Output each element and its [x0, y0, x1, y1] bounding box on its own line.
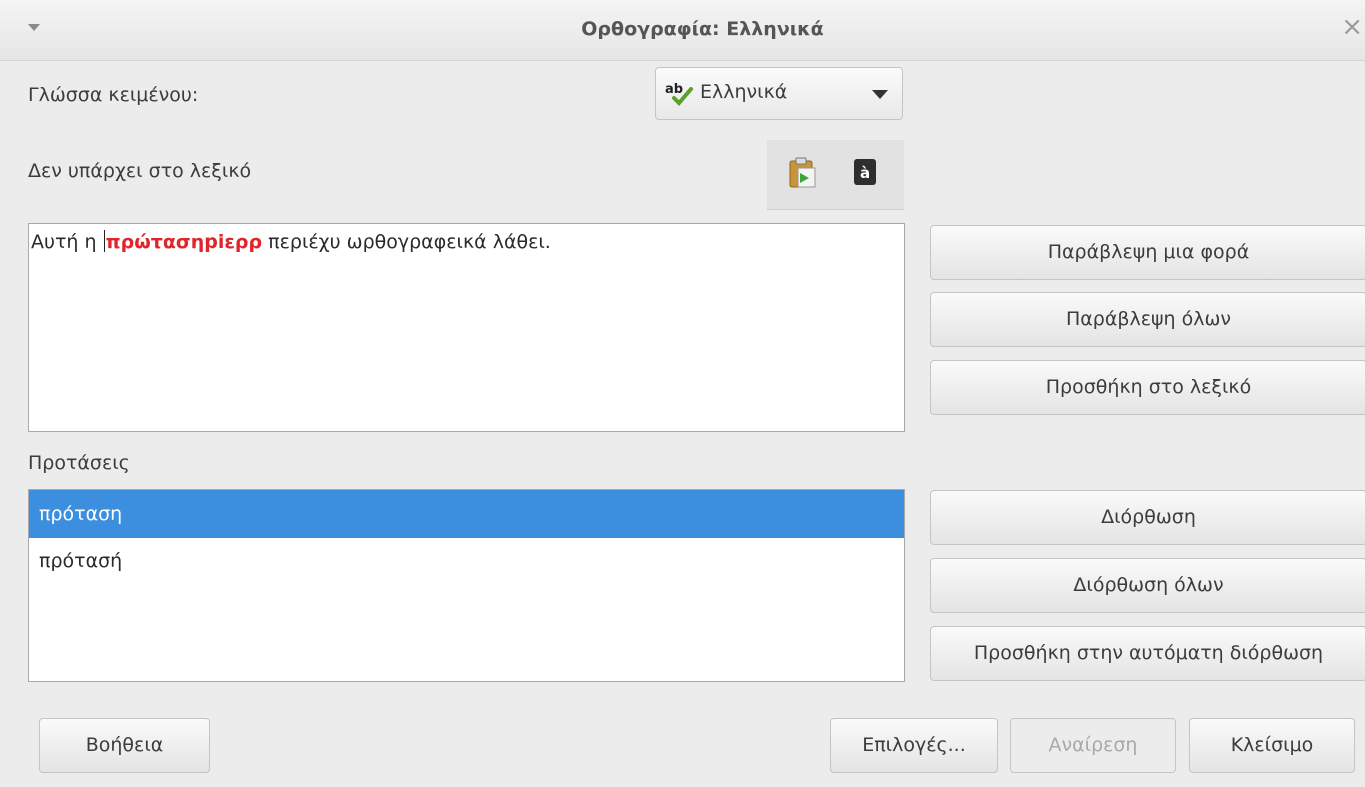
spellcheck-icon: ab: [665, 82, 693, 106]
close-button[interactable]: Κλείσιμο: [1189, 718, 1355, 773]
chevron-down-icon: [872, 90, 888, 99]
correct-all-button[interactable]: Διόρθωση όλων: [930, 558, 1365, 613]
title-bar: Ορθογραφία: Ελληνικά ×: [0, 0, 1365, 61]
sentence-before: Αυτή η: [31, 231, 103, 253]
ignore-once-button[interactable]: Παράβλεψη μια φορά: [930, 225, 1365, 280]
suggestions-label: Προτάσεις: [28, 452, 130, 474]
language-value: Ελληνικά: [700, 81, 788, 103]
add-to-dictionary-button[interactable]: Προσθήκη στο λεξικό: [930, 360, 1365, 415]
help-button[interactable]: Βοήθεια: [39, 718, 210, 773]
text-toolbar: à: [767, 140, 904, 210]
language-dropdown[interactable]: ab Ελληνικά: [655, 67, 903, 120]
special-character-icon[interactable]: à: [849, 155, 883, 189]
suggestions-list[interactable]: πρόταση πρότασή: [28, 489, 905, 682]
sentence-after: περιέχυ ωρθογραφεικά λάθει.: [262, 231, 551, 253]
text-cursor: [103, 230, 105, 252]
ignore-all-button[interactable]: Παράβλεψη όλων: [930, 292, 1365, 347]
svg-text:ab: ab: [665, 82, 683, 97]
add-autocorrect-button[interactable]: Προσθήκη στην αυτόματη διόρθωση: [930, 626, 1365, 681]
list-item[interactable]: πρότασή: [29, 538, 904, 584]
paste-icon[interactable]: [785, 155, 819, 189]
window-title: Ορθογραφία: Ελληνικά: [581, 18, 824, 40]
list-item[interactable]: πρόταση: [29, 490, 904, 538]
correct-button[interactable]: Διόρθωση: [930, 490, 1365, 545]
options-button[interactable]: Επιλογές...: [830, 718, 998, 773]
misspelled-word: πρώτασηpiερρ: [105, 231, 263, 253]
undo-button[interactable]: Αναίρεση: [1010, 718, 1176, 773]
not-in-dictionary-label: Δεν υπάρχει στο λεξικό: [28, 160, 252, 182]
language-label: Γλώσσα κειμένου:: [28, 84, 199, 106]
svg-text:à: à: [860, 164, 870, 182]
sentence-editor[interactable]: Αυτή η πρώτασηpiερρ περιέχυ ωρθογραφεικά…: [28, 223, 905, 432]
close-icon[interactable]: ×: [1341, 14, 1363, 40]
